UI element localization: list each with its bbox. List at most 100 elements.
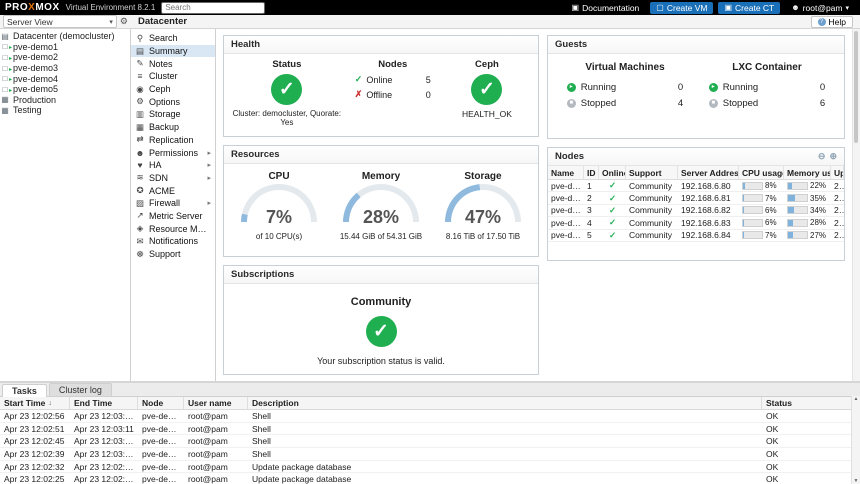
nav-item[interactable]: ⚙ Options bbox=[131, 95, 215, 108]
col-description[interactable]: Description bbox=[248, 397, 762, 409]
nav-item[interactable]: ✉ Notifications bbox=[131, 235, 215, 248]
task-row[interactable]: Apr 23 12:02:56 Apr 23 12:03:15 pve-demo… bbox=[0, 410, 860, 423]
tree-settings-icon[interactable]: ⚙ bbox=[120, 16, 128, 27]
task-row[interactable]: Apr 23 12:02:51 Apr 23 12:03:11 pve-demo… bbox=[0, 423, 860, 436]
col-cpu-usage[interactable]: CPU usage bbox=[739, 166, 784, 179]
task-status-cell: OK bbox=[762, 436, 860, 446]
cluster-info: Cluster: democluster, Quorate: Yes bbox=[228, 109, 346, 127]
node-name-cell: pve-demo2 bbox=[548, 193, 584, 203]
resource-gauge: CPU 7% of 10 CPU(s) bbox=[228, 171, 330, 241]
gauge-caption: of 10 CPU(s) bbox=[228, 232, 330, 241]
global-search-input[interactable] bbox=[161, 2, 265, 14]
documentation-button[interactable]: ▣ Documentation bbox=[566, 2, 646, 14]
tree-item[interactable]: ▦ Testing bbox=[0, 105, 130, 116]
col-start-time[interactable]: Start Time↓ bbox=[0, 397, 70, 409]
offline-row: ✗ Offline 0 bbox=[355, 89, 431, 100]
col-online[interactable]: Online bbox=[599, 166, 626, 179]
scroll-up-icon[interactable]: ▲ bbox=[854, 396, 859, 402]
nav-item[interactable]: ◈ Resource Mappings bbox=[131, 222, 215, 235]
cross-icon: ✗ bbox=[355, 89, 363, 100]
cpu-usage-text: 7% bbox=[765, 194, 777, 203]
help-label: Help bbox=[829, 17, 846, 27]
nav-item[interactable]: ▥ Storage bbox=[131, 108, 215, 121]
user-menu-button[interactable]: ☻ root@pam ▾ bbox=[785, 2, 855, 14]
expand-icon[interactable]: ⊕ bbox=[829, 151, 837, 162]
col-id[interactable]: ID bbox=[584, 166, 599, 179]
nav-item[interactable]: ♥ HA ▸ bbox=[131, 159, 215, 172]
col-support[interactable]: Support bbox=[626, 166, 678, 179]
gauge-label: Storage bbox=[432, 171, 534, 182]
col-node[interactable]: Node bbox=[138, 397, 184, 409]
user-label: root@pam bbox=[803, 3, 843, 13]
col-server-address[interactable]: Server Address bbox=[678, 166, 739, 179]
tree-item[interactable]: ▤ Datacenter (democluster) bbox=[0, 31, 130, 42]
nav-item[interactable]: ⚲ Search bbox=[131, 32, 215, 45]
task-row[interactable]: Apr 23 12:02:25 Apr 23 12:02:29 pve-demo… bbox=[0, 473, 860, 484]
vertical-scrollbar[interactable] bbox=[852, 29, 860, 381]
resources-panel: Resources CPU 7% of 10 CPU(s) Memory bbox=[223, 145, 539, 257]
cpu-usage-bar bbox=[742, 231, 763, 239]
node-online-check-icon: ✓ bbox=[599, 193, 626, 204]
nav-item[interactable]: ⇄ Replication bbox=[131, 134, 215, 147]
node-icon: □ bbox=[3, 64, 8, 73]
node-icon: ▦ bbox=[1, 95, 9, 104]
nav-item[interactable]: ☻ Permissions ▸ bbox=[131, 146, 215, 159]
create-ct-button[interactable]: ▣ Create CT bbox=[718, 2, 780, 14]
nav-item-icon: ⚙ bbox=[135, 96, 145, 107]
nav-item[interactable]: ◉ Ceph bbox=[131, 83, 215, 96]
scroll-down-icon[interactable]: ▼ bbox=[854, 478, 859, 484]
nav-item[interactable]: ▤ Summary bbox=[131, 45, 215, 58]
task-user-cell: root@pam bbox=[184, 411, 248, 421]
resource-gauge: Memory 28% 15.44 GiB of 54.31 GiB bbox=[330, 171, 432, 241]
tree-item[interactable]: □▸ pve-demo3 bbox=[0, 63, 130, 74]
collapse-icon[interactable]: ⊖ bbox=[818, 151, 826, 162]
tab[interactable]: Cluster log bbox=[49, 383, 112, 396]
nav-item[interactable]: ▨ Firewall ▸ bbox=[131, 197, 215, 210]
health-panel: Health Status ✓ Cluster: democluster, Qu… bbox=[223, 35, 539, 137]
tree-item[interactable]: □▸ pve-demo4 bbox=[0, 73, 130, 84]
view-selector[interactable]: Server View ▾ bbox=[3, 15, 117, 28]
nav-item[interactable]: ↗ Metric Server bbox=[131, 210, 215, 223]
task-row[interactable]: Apr 23 12:02:39 Apr 23 12:03:06 pve-demo… bbox=[0, 448, 860, 461]
vm-stopped-row: ■ Stopped 4 bbox=[567, 98, 683, 109]
cpu-usage-text: 7% bbox=[765, 231, 777, 240]
nav-item[interactable]: ≋ SDN ▸ bbox=[131, 172, 215, 185]
nav-item-label: Firewall bbox=[149, 198, 180, 208]
datacenter-nav: ⚲ Search ▤ Summary ✎ Notes ≡ Cluster ◉ bbox=[131, 29, 216, 381]
subscription-level: Community bbox=[234, 296, 528, 308]
tab[interactable]: Tasks bbox=[2, 384, 47, 397]
tree-item[interactable]: □▸ pve-demo1 bbox=[0, 42, 130, 53]
create-vm-button[interactable]: ▢ Create VM bbox=[650, 2, 713, 14]
tree-item[interactable]: □▸ pve-demo5 bbox=[0, 84, 130, 95]
col-name[interactable]: Name bbox=[548, 166, 584, 179]
col-status[interactable]: Status bbox=[762, 397, 860, 409]
node-row[interactable]: pve-demo1 1 ✓ Community 192.168.6.80 8% bbox=[548, 180, 844, 192]
nav-item[interactable]: ✎ Notes bbox=[131, 57, 215, 70]
nav-item[interactable]: ▦ Backup bbox=[131, 121, 215, 134]
nav-item[interactable]: ✪ ACME bbox=[131, 184, 215, 197]
lxc-running-count: 0 bbox=[820, 82, 825, 93]
node-row[interactable]: pve-demo2 2 ✓ Community 192.168.6.81 7% bbox=[548, 192, 844, 204]
scrollbar-thumb[interactable] bbox=[854, 31, 858, 143]
help-button[interactable]: ? Help bbox=[811, 16, 853, 28]
memory-usage-text: 34% bbox=[810, 206, 826, 215]
cpu-usage-text: 6% bbox=[765, 218, 777, 227]
col-end-time[interactable]: End Time bbox=[70, 397, 138, 409]
col-uptime[interactable]: Uptime bbox=[831, 166, 844, 179]
tree-item[interactable]: □▸ pve-demo2 bbox=[0, 52, 130, 63]
col-user-name[interactable]: User name bbox=[184, 397, 248, 409]
task-row[interactable]: Apr 23 12:02:45 Apr 23 12:03:08 pve-demo… bbox=[0, 435, 860, 448]
tree-item[interactable]: ▦ Production bbox=[0, 95, 130, 106]
node-row[interactable]: pve-demo5 5 ✓ Community 192.168.6.84 7% bbox=[548, 230, 844, 242]
node-row[interactable]: pve-demo4 4 ✓ Community 192.168.6.83 6% bbox=[548, 217, 844, 229]
start-time-label: Start Time bbox=[4, 398, 45, 408]
view-select-area: Server View ▾ ⚙ bbox=[0, 15, 131, 28]
node-name-cell: pve-demo3 bbox=[548, 205, 584, 215]
task-row[interactable]: Apr 23 12:02:32 Apr 23 12:02:36 pve-demo… bbox=[0, 461, 860, 474]
nav-item[interactable]: ≡ Cluster bbox=[131, 70, 215, 83]
create-ct-label: Create CT bbox=[735, 3, 774, 13]
nav-item[interactable]: ☸ Support bbox=[131, 248, 215, 261]
node-row[interactable]: pve-demo3 3 ✓ Community 192.168.6.82 6% bbox=[548, 205, 844, 217]
tasks-scrollbar[interactable]: ▲ ▼ bbox=[851, 396, 860, 484]
col-memory-usage[interactable]: Memory usage bbox=[784, 166, 831, 179]
